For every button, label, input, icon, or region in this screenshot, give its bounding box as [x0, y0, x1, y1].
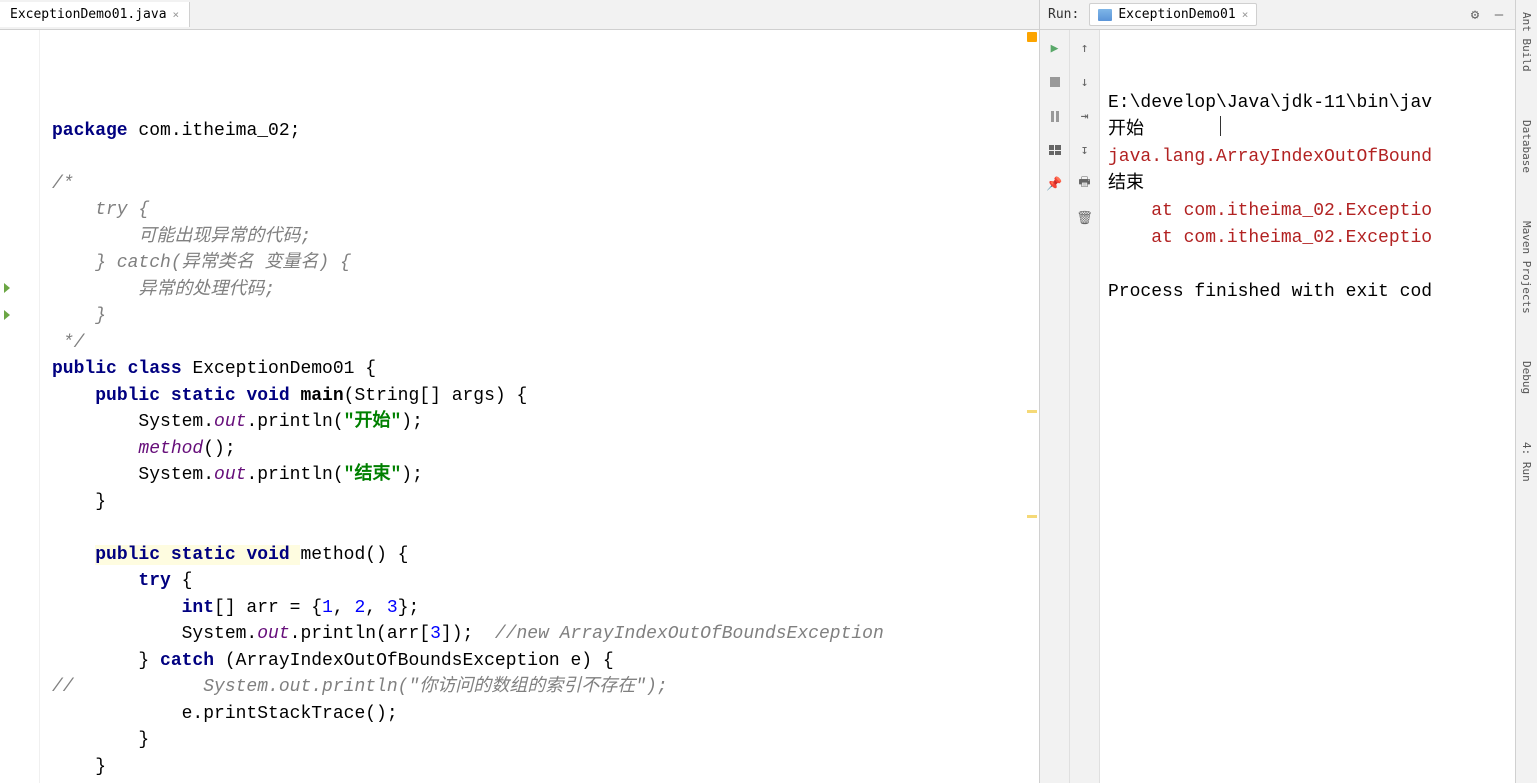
gear-icon[interactable]: ⚙ — [1467, 7, 1483, 23]
close-icon[interactable]: × — [173, 8, 180, 21]
run-tab-label: ExceptionDemo01 — [1118, 7, 1235, 22]
text-cursor — [1220, 116, 1221, 136]
code-line: System.out.println(arr[3]); //new ArrayI… — [52, 621, 1027, 648]
scroll-to-end-icon[interactable]: ↧ — [1075, 140, 1095, 160]
sidebar-item-ant-build[interactable]: Ant Build — [1518, 8, 1535, 76]
sidebar-item-maven[interactable]: Maven Projects — [1518, 217, 1535, 318]
code-line: } — [52, 489, 1027, 516]
print-icon[interactable]: 🖶 — [1075, 174, 1095, 194]
code-line: } — [52, 754, 1027, 781]
code-line: try { — [52, 197, 1027, 224]
layout-icon[interactable] — [1045, 140, 1065, 160]
run-pane: Run: ExceptionDemo01 × ⚙ — ▶ 📌 ↑ ↓ — [1040, 0, 1515, 783]
sidebar-item-run[interactable]: 4: Run — [1518, 438, 1535, 486]
code-line: method(); — [52, 436, 1027, 463]
down-arrow-icon[interactable]: ↓ — [1075, 72, 1095, 92]
console-output[interactable]: E:\develop\Java\jdk-11\bin\jav开始java.lan… — [1100, 30, 1515, 783]
right-tool-sidebar: Ant Build Database Maven Projects Debug … — [1515, 0, 1537, 783]
rerun-icon[interactable]: ▶ — [1045, 38, 1065, 58]
code-line: System.out.println("开始"); — [52, 409, 1027, 436]
sidebar-item-database[interactable]: Database — [1518, 116, 1535, 177]
run-header: Run: ExceptionDemo01 × ⚙ — — [1040, 0, 1515, 30]
close-icon[interactable]: × — [1242, 8, 1249, 21]
code-line: // System.out.println("你访问的数组的索引不存在"); — [52, 674, 1027, 701]
code-line: package com.itheima_02; — [52, 118, 1027, 145]
code-line: int[] arr = {1, 2, 3}; — [52, 595, 1027, 622]
run-toolbar-primary: ▶ 📌 — [1040, 30, 1070, 783]
code-line: System.out.println("结束"); — [52, 462, 1027, 489]
code-line: } — [52, 727, 1027, 754]
pause-icon[interactable] — [1045, 106, 1065, 126]
editor-pane: ExceptionDemo01.java × package com.ithei… — [0, 0, 1040, 783]
code-content[interactable]: package com.itheima_02; /* try { 可能出现异常的… — [40, 30, 1039, 783]
console-line: at com.itheima_02.Exceptio — [1108, 198, 1507, 225]
run-gutter-icon[interactable] — [4, 283, 10, 293]
console-line: java.lang.ArrayIndexOutOfBound — [1108, 144, 1507, 171]
code-line: */ — [52, 330, 1027, 357]
editor-tab[interactable]: ExceptionDemo01.java × — [0, 2, 190, 27]
stop-icon[interactable] — [1045, 72, 1065, 92]
console-line: Process finished with exit cod — [1108, 279, 1507, 306]
tab-label: ExceptionDemo01.java — [10, 7, 167, 22]
code-line: public static void method() { — [52, 542, 1027, 569]
console-line — [1108, 252, 1507, 279]
minimize-icon[interactable]: — — [1491, 7, 1507, 23]
application-icon — [1098, 9, 1112, 21]
pin-icon[interactable]: 📌 — [1045, 174, 1065, 194]
code-line — [52, 144, 1027, 171]
soft-wrap-icon[interactable]: ⇥ — [1075, 106, 1095, 126]
console-line: at com.itheima_02.Exceptio — [1108, 225, 1507, 252]
console-line: E:\develop\Java\jdk-11\bin\jav — [1108, 90, 1507, 117]
code-line: public static void main(String[] args) { — [52, 383, 1027, 410]
warning-indicator-icon[interactable] — [1027, 32, 1037, 42]
console-line: 结束 — [1108, 171, 1507, 198]
console-line: 开始 — [1108, 117, 1507, 144]
code-line: } catch (ArrayIndexOutOfBoundsException … — [52, 648, 1027, 675]
code-line: /* — [52, 171, 1027, 198]
code-line: } — [52, 303, 1027, 330]
marker-icon[interactable] — [1027, 515, 1037, 518]
code-line: 可能出现异常的代码; — [52, 224, 1027, 251]
code-line — [52, 515, 1027, 542]
code-line: try { — [52, 568, 1027, 595]
code-line: 异常的处理代码; — [52, 277, 1027, 304]
marker-icon[interactable] — [1027, 410, 1037, 413]
code-line: e.printStackTrace(); — [52, 701, 1027, 728]
editor-tab-bar: ExceptionDemo01.java × — [0, 0, 1039, 30]
code-line: public class ExceptionDemo01 { — [52, 356, 1027, 383]
code-line: } catch(异常类名 变量名) { — [52, 250, 1027, 277]
code-area: package com.itheima_02; /* try { 可能出现异常的… — [0, 30, 1039, 783]
run-toolbar-secondary: ↑ ↓ ⇥ ↧ 🖶 🗑 — [1070, 30, 1100, 783]
sidebar-item-debug[interactable]: Debug — [1518, 357, 1535, 398]
run-gutter-icon[interactable] — [4, 310, 10, 320]
up-arrow-icon[interactable]: ↑ — [1075, 38, 1095, 58]
run-label: Run: — [1048, 7, 1079, 22]
editor-gutter[interactable] — [0, 30, 40, 783]
clear-icon[interactable]: 🗑 — [1075, 208, 1095, 228]
run-config-tab[interactable]: ExceptionDemo01 × — [1089, 3, 1257, 26]
